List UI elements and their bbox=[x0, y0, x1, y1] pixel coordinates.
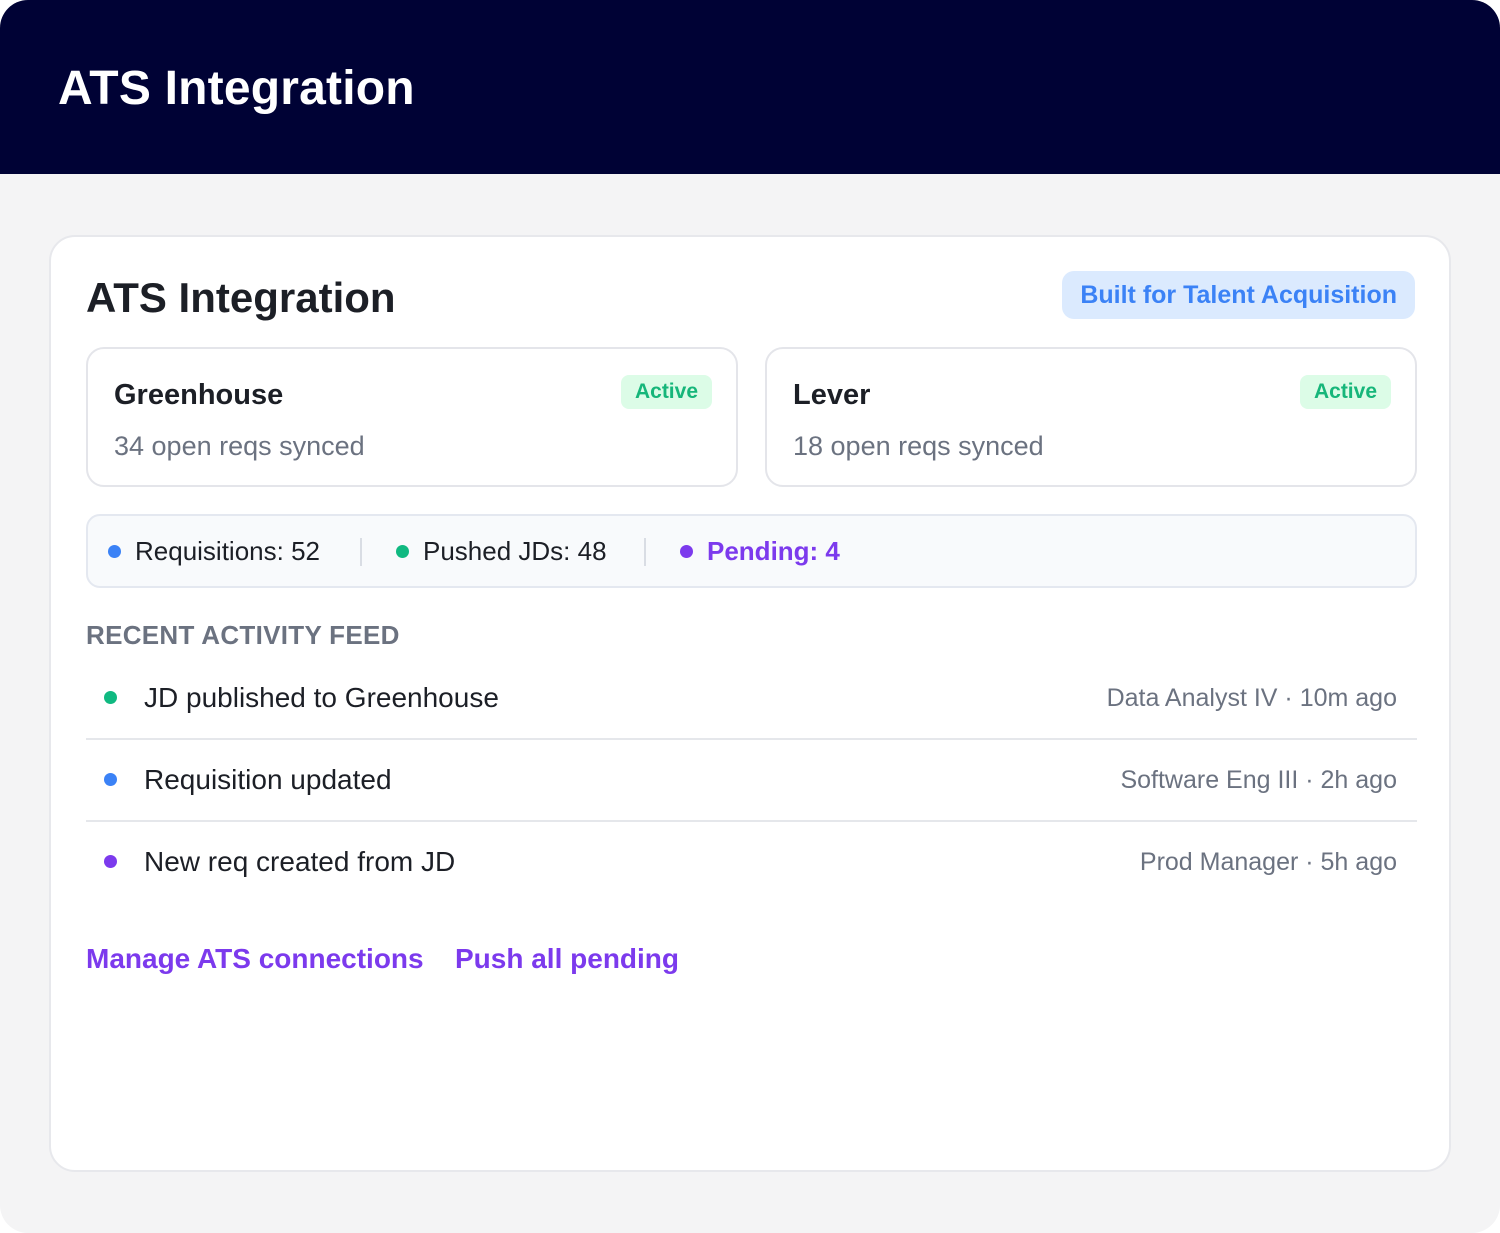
stat-requisitions: Requisitions: 52 bbox=[108, 516, 320, 586]
activity-text: JD published to Greenhouse bbox=[144, 682, 499, 713]
green-dot-icon bbox=[396, 544, 409, 558]
green-dot-icon bbox=[104, 691, 117, 704]
divider bbox=[360, 538, 362, 566]
integration-summary: 18 open reqs synced bbox=[793, 431, 1044, 461]
status-badge: Active bbox=[620, 375, 712, 409]
activity-row[interactable]: Requisition updated Software Eng III · 2… bbox=[86, 740, 1417, 822]
talent-acquisition-badge: Built for Talent Acquisition bbox=[1062, 271, 1415, 319]
integration-summary: 34 open reqs synced bbox=[114, 431, 365, 461]
stat-pending[interactable]: Pending: 4 bbox=[680, 516, 840, 586]
integration-card-lever[interactable]: Lever Active 18 open reqs synced bbox=[765, 347, 1417, 487]
activity-text: New req created from JD bbox=[144, 846, 456, 877]
stat-label: Pushed JDs: 48 bbox=[423, 536, 607, 566]
activity-meta: Data Analyst IV · 10m ago bbox=[1106, 684, 1397, 712]
app-window: ATS Integration ATS Integration Built fo… bbox=[0, 0, 1500, 1233]
integration-name: Greenhouse bbox=[114, 379, 284, 411]
integration-card-greenhouse[interactable]: Greenhouse Active 34 open reqs synced bbox=[86, 347, 738, 487]
activity-text: Requisition updated bbox=[144, 764, 392, 795]
section-label: RECENT ACTIVITY FEED bbox=[86, 620, 400, 650]
stat-label: Pending: 4 bbox=[707, 536, 840, 566]
activity-meta: Prod Manager · 5h ago bbox=[1139, 848, 1397, 876]
stat-label: Requisitions: 52 bbox=[135, 536, 320, 566]
blue-dot-icon bbox=[108, 544, 121, 558]
activity-row[interactable]: JD published to Greenhouse Data Analyst … bbox=[86, 658, 1417, 740]
integration-name: Lever bbox=[793, 379, 871, 411]
stats-bar: Requisitions: 52 Pushed JDs: 48 Pending:… bbox=[86, 514, 1417, 588]
purple-dot-icon bbox=[680, 544, 693, 558]
activity-row[interactable]: New req created from JD Prod Manager · 5… bbox=[86, 822, 1417, 904]
manage-ats-connections-link[interactable]: Manage ATS connections bbox=[86, 941, 424, 977]
divider bbox=[644, 538, 646, 566]
stat-pushed-jds: Pushed JDs: 48 bbox=[396, 516, 607, 586]
top-bar: ATS Integration bbox=[0, 0, 1500, 174]
blue-dot-icon bbox=[104, 773, 117, 786]
push-all-pending-link[interactable]: Push all pending bbox=[455, 941, 679, 977]
ats-integration-card: ATS Integration Built for Talent Acquisi… bbox=[49, 235, 1451, 1172]
purple-dot-icon bbox=[104, 855, 117, 868]
activity-meta: Software Eng III · 2h ago bbox=[1120, 766, 1397, 794]
card-title: ATS Integration bbox=[86, 274, 396, 321]
status-badge: Active bbox=[1299, 375, 1391, 409]
page-title: ATS Integration bbox=[58, 62, 415, 115]
